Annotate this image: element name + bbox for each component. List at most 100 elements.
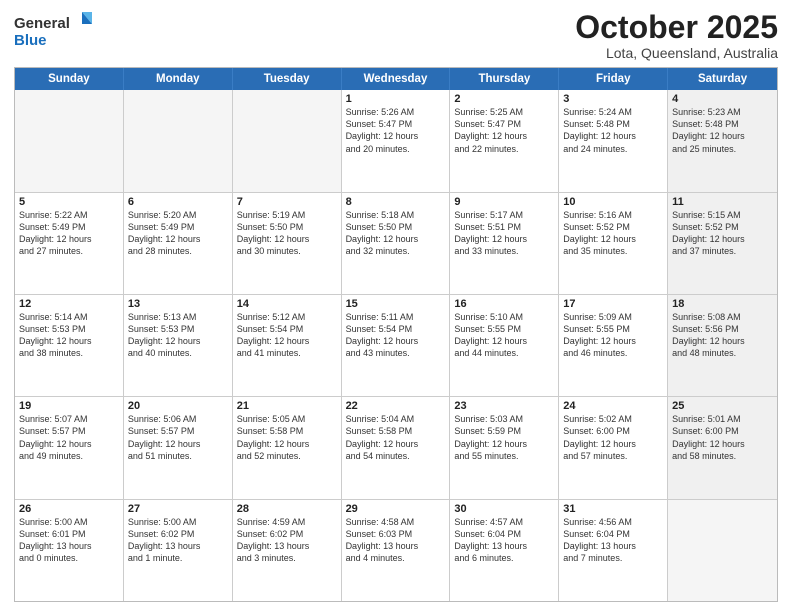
day-cell: 21Sunrise: 5:05 AM Sunset: 5:58 PM Dayli… — [233, 397, 342, 498]
day-number: 24 — [563, 400, 663, 412]
day-number: 31 — [563, 503, 663, 515]
weekday-header: Tuesday — [233, 68, 342, 90]
day-number: 2 — [454, 93, 554, 105]
day-number: 28 — [237, 503, 337, 515]
calendar-body: 1Sunrise: 5:26 AM Sunset: 5:47 PM Daylig… — [15, 90, 777, 601]
empty-cell — [233, 90, 342, 191]
day-cell: 9Sunrise: 5:17 AM Sunset: 5:51 PM Daylig… — [450, 193, 559, 294]
day-number: 3 — [563, 93, 663, 105]
day-number: 11 — [672, 196, 773, 208]
day-number: 25 — [672, 400, 773, 412]
day-number: 15 — [346, 298, 446, 310]
calendar-row: 26Sunrise: 5:00 AM Sunset: 6:01 PM Dayli… — [15, 499, 777, 601]
day-cell: 6Sunrise: 5:20 AM Sunset: 5:49 PM Daylig… — [124, 193, 233, 294]
day-cell: 29Sunrise: 4:58 AM Sunset: 6:03 PM Dayli… — [342, 500, 451, 601]
day-cell: 3Sunrise: 5:24 AM Sunset: 5:48 PM Daylig… — [559, 90, 668, 191]
day-detail: Sunrise: 4:58 AM Sunset: 6:03 PM Dayligh… — [346, 516, 446, 565]
day-detail: Sunrise: 5:13 AM Sunset: 5:53 PM Dayligh… — [128, 311, 228, 360]
day-detail: Sunrise: 5:11 AM Sunset: 5:54 PM Dayligh… — [346, 311, 446, 360]
weekday-header: Sunday — [15, 68, 124, 90]
day-cell: 20Sunrise: 5:06 AM Sunset: 5:57 PM Dayli… — [124, 397, 233, 498]
day-number: 12 — [19, 298, 119, 310]
day-detail: Sunrise: 5:03 AM Sunset: 5:59 PM Dayligh… — [454, 413, 554, 462]
day-number: 7 — [237, 196, 337, 208]
day-cell: 31Sunrise: 4:56 AM Sunset: 6:04 PM Dayli… — [559, 500, 668, 601]
weekday-header: Wednesday — [342, 68, 451, 90]
day-number: 22 — [346, 400, 446, 412]
month-title: October 2025 — [575, 10, 778, 45]
day-cell: 27Sunrise: 5:00 AM Sunset: 6:02 PM Dayli… — [124, 500, 233, 601]
day-cell: 19Sunrise: 5:07 AM Sunset: 5:57 PM Dayli… — [15, 397, 124, 498]
day-number: 21 — [237, 400, 337, 412]
svg-text:Blue: Blue — [14, 32, 47, 49]
day-number: 26 — [19, 503, 119, 515]
day-detail: Sunrise: 5:20 AM Sunset: 5:49 PM Dayligh… — [128, 209, 228, 258]
day-number: 5 — [19, 196, 119, 208]
day-number: 13 — [128, 298, 228, 310]
day-cell: 15Sunrise: 5:11 AM Sunset: 5:54 PM Dayli… — [342, 295, 451, 396]
calendar-row: 1Sunrise: 5:26 AM Sunset: 5:47 PM Daylig… — [15, 90, 777, 191]
calendar-row: 5Sunrise: 5:22 AM Sunset: 5:49 PM Daylig… — [15, 192, 777, 294]
svg-text:General: General — [14, 15, 70, 32]
header: General Blue October 2025 Lota, Queensla… — [14, 10, 778, 61]
day-detail: Sunrise: 5:15 AM Sunset: 5:52 PM Dayligh… — [672, 209, 773, 258]
day-number: 30 — [454, 503, 554, 515]
day-detail: Sunrise: 5:00 AM Sunset: 6:02 PM Dayligh… — [128, 516, 228, 565]
day-cell: 16Sunrise: 5:10 AM Sunset: 5:55 PM Dayli… — [450, 295, 559, 396]
day-cell: 7Sunrise: 5:19 AM Sunset: 5:50 PM Daylig… — [233, 193, 342, 294]
day-detail: Sunrise: 5:14 AM Sunset: 5:53 PM Dayligh… — [19, 311, 119, 360]
day-cell: 22Sunrise: 5:04 AM Sunset: 5:58 PM Dayli… — [342, 397, 451, 498]
day-detail: Sunrise: 4:59 AM Sunset: 6:02 PM Dayligh… — [237, 516, 337, 565]
day-cell: 12Sunrise: 5:14 AM Sunset: 5:53 PM Dayli… — [15, 295, 124, 396]
day-number: 14 — [237, 298, 337, 310]
location: Lota, Queensland, Australia — [575, 45, 778, 61]
calendar-header: SundayMondayTuesdayWednesdayThursdayFrid… — [15, 68, 777, 90]
day-detail: Sunrise: 5:22 AM Sunset: 5:49 PM Dayligh… — [19, 209, 119, 258]
day-cell: 17Sunrise: 5:09 AM Sunset: 5:55 PM Dayli… — [559, 295, 668, 396]
day-detail: Sunrise: 4:57 AM Sunset: 6:04 PM Dayligh… — [454, 516, 554, 565]
day-detail: Sunrise: 5:09 AM Sunset: 5:55 PM Dayligh… — [563, 311, 663, 360]
day-cell: 14Sunrise: 5:12 AM Sunset: 5:54 PM Dayli… — [233, 295, 342, 396]
day-number: 18 — [672, 298, 773, 310]
day-detail: Sunrise: 5:04 AM Sunset: 5:58 PM Dayligh… — [346, 413, 446, 462]
day-detail: Sunrise: 5:10 AM Sunset: 5:55 PM Dayligh… — [454, 311, 554, 360]
day-number: 9 — [454, 196, 554, 208]
day-number: 4 — [672, 93, 773, 105]
day-detail: Sunrise: 5:17 AM Sunset: 5:51 PM Dayligh… — [454, 209, 554, 258]
day-cell: 23Sunrise: 5:03 AM Sunset: 5:59 PM Dayli… — [450, 397, 559, 498]
day-cell: 5Sunrise: 5:22 AM Sunset: 5:49 PM Daylig… — [15, 193, 124, 294]
day-cell: 28Sunrise: 4:59 AM Sunset: 6:02 PM Dayli… — [233, 500, 342, 601]
day-cell: 8Sunrise: 5:18 AM Sunset: 5:50 PM Daylig… — [342, 193, 451, 294]
day-number: 1 — [346, 93, 446, 105]
day-cell: 1Sunrise: 5:26 AM Sunset: 5:47 PM Daylig… — [342, 90, 451, 191]
calendar: SundayMondayTuesdayWednesdayThursdayFrid… — [14, 67, 778, 602]
day-cell: 10Sunrise: 5:16 AM Sunset: 5:52 PM Dayli… — [559, 193, 668, 294]
title-block: October 2025 Lota, Queensland, Australia — [575, 10, 778, 61]
day-detail: Sunrise: 5:23 AM Sunset: 5:48 PM Dayligh… — [672, 106, 773, 155]
day-cell: 18Sunrise: 5:08 AM Sunset: 5:56 PM Dayli… — [668, 295, 777, 396]
day-number: 29 — [346, 503, 446, 515]
weekday-header: Friday — [559, 68, 668, 90]
day-detail: Sunrise: 4:56 AM Sunset: 6:04 PM Dayligh… — [563, 516, 663, 565]
day-detail: Sunrise: 5:07 AM Sunset: 5:57 PM Dayligh… — [19, 413, 119, 462]
day-cell: 13Sunrise: 5:13 AM Sunset: 5:53 PM Dayli… — [124, 295, 233, 396]
day-number: 17 — [563, 298, 663, 310]
day-detail: Sunrise: 5:06 AM Sunset: 5:57 PM Dayligh… — [128, 413, 228, 462]
day-detail: Sunrise: 5:19 AM Sunset: 5:50 PM Dayligh… — [237, 209, 337, 258]
day-cell: 24Sunrise: 5:02 AM Sunset: 6:00 PM Dayli… — [559, 397, 668, 498]
logo-svg: General Blue — [14, 10, 94, 50]
day-detail: Sunrise: 5:00 AM Sunset: 6:01 PM Dayligh… — [19, 516, 119, 565]
calendar-row: 19Sunrise: 5:07 AM Sunset: 5:57 PM Dayli… — [15, 396, 777, 498]
day-number: 6 — [128, 196, 228, 208]
calendar-row: 12Sunrise: 5:14 AM Sunset: 5:53 PM Dayli… — [15, 294, 777, 396]
day-detail: Sunrise: 5:05 AM Sunset: 5:58 PM Dayligh… — [237, 413, 337, 462]
day-number: 10 — [563, 196, 663, 208]
day-number: 23 — [454, 400, 554, 412]
day-detail: Sunrise: 5:25 AM Sunset: 5:47 PM Dayligh… — [454, 106, 554, 155]
day-number: 20 — [128, 400, 228, 412]
empty-cell — [124, 90, 233, 191]
weekday-header: Saturday — [668, 68, 777, 90]
day-detail: Sunrise: 5:26 AM Sunset: 5:47 PM Dayligh… — [346, 106, 446, 155]
day-cell: 11Sunrise: 5:15 AM Sunset: 5:52 PM Dayli… — [668, 193, 777, 294]
day-cell: 30Sunrise: 4:57 AM Sunset: 6:04 PM Dayli… — [450, 500, 559, 601]
